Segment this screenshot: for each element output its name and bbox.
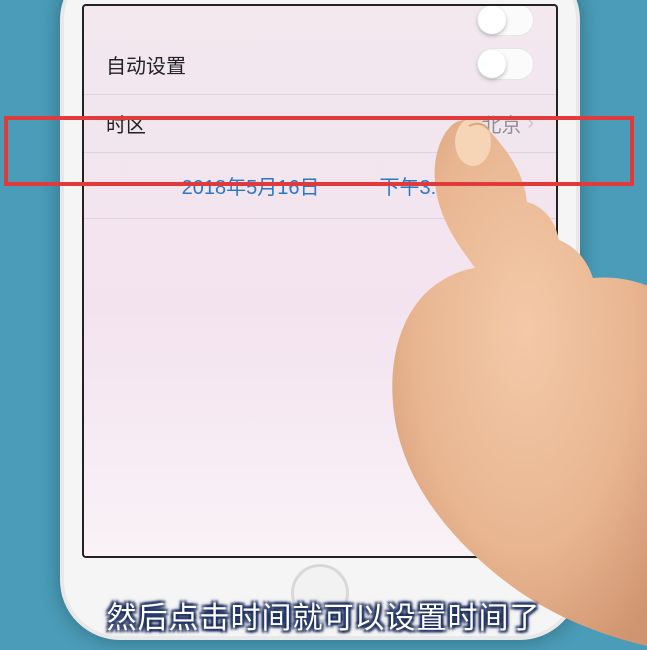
toggle-knob [478,50,506,78]
timezone-row[interactable]: 时区 北京 › [84,95,556,153]
date-value[interactable]: 2018年5月16日 [182,171,320,200]
datetime-row[interactable]: 2018年5月16日 下午3:24 [84,153,556,219]
time-value[interactable]: 下午3:24 [379,171,458,200]
timezone-value: 北京 [481,109,521,138]
auto-set-toggle[interactable] [476,48,534,80]
phone-frame: 自动设置 时区 北京 › 2018年5月16日 下午3:24 [60,0,580,640]
auto-set-row[interactable]: 自动设置 [84,34,556,95]
prev-toggle[interactable] [476,4,534,36]
timezone-label: 时区 [106,109,481,138]
settings-list: 自动设置 时区 北京 › 2018年5月16日 下午3:24 [84,6,556,219]
phone-screen: 自动设置 时区 北京 › 2018年5月16日 下午3:24 [82,4,558,558]
partial-row [84,6,556,34]
toggle-knob [478,6,506,34]
auto-set-label: 自动设置 [106,50,476,79]
video-subtitle: 然后点击时间就可以设置时间了 [0,593,647,637]
chevron-right-icon: › [527,112,534,135]
